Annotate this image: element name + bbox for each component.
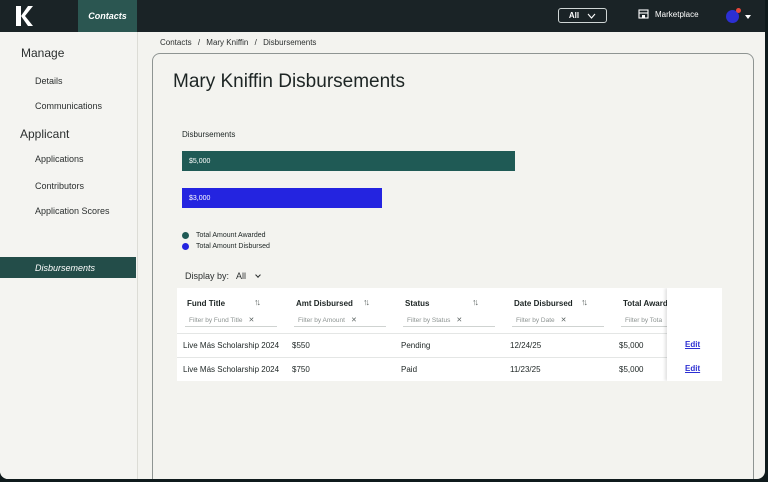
legend-swatch bbox=[182, 232, 189, 239]
filter-amount[interactable]: Filter by Amount ✕ bbox=[294, 314, 386, 327]
legend-label: Total Amount Awarded bbox=[196, 232, 266, 239]
legend-entry: Total Amount Awarded bbox=[182, 232, 266, 239]
page-title: Mary Kniffin Disbursements bbox=[173, 71, 405, 92]
sidebar-item-details[interactable]: Details bbox=[35, 76, 63, 86]
cell-fund-title: Live Más Scholarship 2024 bbox=[183, 365, 280, 374]
cell-total: $5,000 bbox=[619, 341, 644, 350]
table-row: Live Más Scholarship 2024 $550 Pending 1… bbox=[177, 333, 722, 357]
app-screen: Contacts All Marketplace Manage Details … bbox=[0, 0, 765, 479]
clear-icon[interactable]: ✕ bbox=[561, 316, 567, 324]
app-logo-icon[interactable] bbox=[14, 5, 34, 27]
chevron-down-icon bbox=[255, 271, 261, 278]
column-header-total-award[interactable]: Total Award bbox=[623, 299, 668, 308]
sidebar-item-applications[interactable]: Applications bbox=[35, 154, 84, 164]
breadcrumb-contact-name[interactable]: Mary Kniffin bbox=[206, 38, 248, 47]
scope-select-value: All bbox=[568, 11, 580, 20]
column-header-status[interactable]: Status bbox=[405, 299, 429, 308]
chevron-down-icon bbox=[587, 13, 596, 19]
breadcrumb-separator: / bbox=[197, 38, 201, 47]
clear-icon[interactable]: ✕ bbox=[456, 316, 462, 324]
sidebar: Manage Details Communications Applicant … bbox=[0, 32, 138, 479]
edit-link[interactable]: Edit bbox=[685, 364, 700, 373]
filter-placeholder: Filter by Tota bbox=[625, 316, 663, 324]
legend-entry: Total Amount Disbursed bbox=[182, 243, 270, 250]
column-header-date-disbursed[interactable]: Date Disbursed bbox=[514, 299, 573, 308]
cell-date: 12/24/25 bbox=[510, 341, 542, 350]
sidebar-item-communications[interactable]: Communications bbox=[35, 101, 102, 111]
display-by-label: Display by: bbox=[185, 271, 230, 281]
chart-bar: $5,000 bbox=[182, 151, 515, 171]
column-header-amt-disbursed[interactable]: Amt Disbursed bbox=[296, 299, 353, 308]
filter-placeholder: Filter by Date bbox=[516, 316, 555, 324]
scope-select[interactable]: All bbox=[558, 8, 607, 23]
display-by-value: All bbox=[236, 271, 247, 281]
disbursements-table: Fund Title ↑↓ Filter by Fund Title ✕ Amt … bbox=[177, 288, 722, 381]
filter-fund-title[interactable]: Filter by Fund Title ✕ bbox=[185, 314, 277, 327]
cell-fund-title: Live Más Scholarship 2024 bbox=[183, 341, 280, 350]
nav-tab-contacts[interactable]: Contacts bbox=[78, 0, 137, 32]
clear-icon[interactable]: ✕ bbox=[351, 316, 357, 324]
sort-icon[interactable]: ↑↓ bbox=[254, 297, 261, 307]
cell-total: $5,000 bbox=[619, 365, 644, 374]
notification-dot bbox=[736, 8, 741, 13]
marketplace-label: Marketplace bbox=[655, 9, 699, 19]
filter-placeholder: Filter by Fund Title bbox=[189, 316, 243, 324]
clear-icon[interactable]: ✕ bbox=[248, 316, 254, 324]
disbursements-card: Mary Kniffin Disbursements Disbursements… bbox=[152, 53, 754, 479]
bar-value-label: $5,000 bbox=[189, 157, 211, 165]
sort-icon[interactable]: ↑↓ bbox=[363, 297, 370, 307]
column-header-fund-title[interactable]: Fund Title bbox=[187, 299, 225, 308]
table-row: Live Más Scholarship 2024 $750 Paid 11/2… bbox=[177, 357, 722, 381]
bar-value-label: $3,000 bbox=[189, 194, 211, 202]
user-menu[interactable] bbox=[726, 8, 751, 23]
cell-date: 11/23/25 bbox=[510, 365, 541, 374]
sidebar-item-application-scores[interactable]: Application Scores bbox=[35, 206, 110, 216]
edit-link[interactable]: Edit bbox=[685, 340, 700, 349]
breadcrumb-contacts[interactable]: Contacts bbox=[160, 38, 192, 47]
sidebar-item-disbursements[interactable]: Disbursements bbox=[0, 257, 136, 278]
top-navigation-bar: Contacts All Marketplace bbox=[0, 0, 765, 32]
sidebar-heading-applicant: Applicant bbox=[20, 127, 70, 141]
storefront-icon bbox=[638, 9, 649, 19]
legend-label: Total Amount Disbursed bbox=[196, 243, 270, 250]
app-frame: Contacts All Marketplace Manage Details … bbox=[0, 0, 768, 482]
sort-icon[interactable]: ↑↓ bbox=[472, 297, 479, 307]
legend-swatch bbox=[182, 243, 189, 250]
cell-amount: $550 bbox=[292, 341, 310, 350]
avatar bbox=[726, 8, 741, 23]
cell-status: Paid bbox=[401, 365, 418, 374]
marketplace-link[interactable]: Marketplace bbox=[638, 9, 699, 19]
breadcrumb-current: Disbursements bbox=[263, 38, 317, 47]
sort-icon[interactable]: ↑↓ bbox=[581, 297, 588, 307]
display-by-control[interactable]: Display by: All bbox=[185, 271, 261, 281]
sidebar-item-contributors[interactable]: Contributors bbox=[35, 181, 84, 191]
actions-column: Edit Edit bbox=[667, 288, 722, 381]
filter-placeholder: Filter by Status bbox=[407, 316, 451, 324]
breadcrumb-separator: / bbox=[254, 38, 257, 47]
chart-bar: $3,000 bbox=[182, 188, 382, 208]
breadcrumb: Contacts / Mary Kniffin / Disbursements bbox=[160, 38, 316, 47]
sidebar-heading-manage: Manage bbox=[21, 46, 65, 60]
caret-down-icon bbox=[745, 14, 751, 19]
filter-date[interactable]: Filter by Date ✕ bbox=[512, 314, 604, 327]
filter-placeholder: Filter by Amount bbox=[298, 316, 345, 324]
filter-status[interactable]: Filter by Status ✕ bbox=[403, 314, 495, 327]
chart-title: Disbursements bbox=[182, 130, 236, 139]
cell-amount: $750 bbox=[292, 365, 310, 374]
cell-status: Pending bbox=[401, 341, 431, 350]
